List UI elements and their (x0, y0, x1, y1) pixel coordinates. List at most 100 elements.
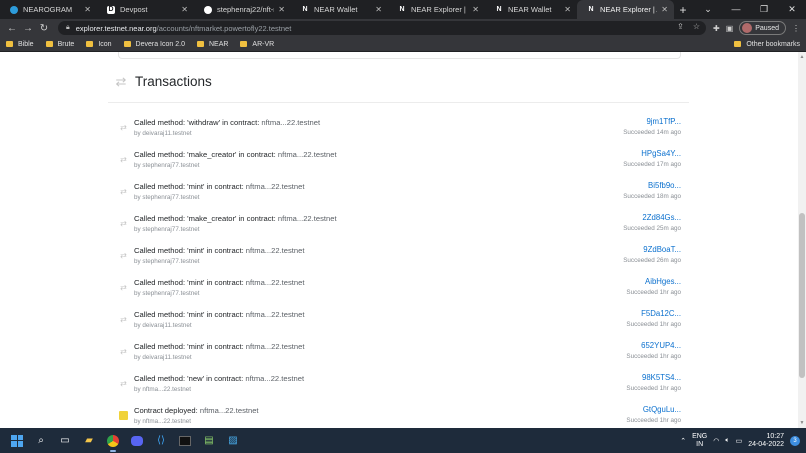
transaction-hash-link[interactable]: HPgSa4Y... (641, 149, 681, 158)
battery-icon[interactable]: ▭ (736, 437, 743, 445)
wifi-icon[interactable]: ◠ (713, 437, 719, 445)
transaction-hash-link[interactable]: 98K5TS4... (642, 373, 681, 382)
transaction-hash-link[interactable]: 2Zd84Gs... (642, 213, 681, 222)
bookmark-brute[interactable]: Brute (45, 40, 75, 48)
signer-account-link[interactable]: nftma...22.testnet (142, 386, 191, 393)
scrollbar-thumb[interactable] (799, 213, 805, 378)
tab-title: NEAROGRAM (23, 5, 73, 14)
tab-devpost[interactable]: D Devpost ✕ (97, 0, 194, 19)
signer-account-link[interactable]: nftma...22.testnet (142, 418, 191, 425)
close-tab-icon[interactable]: ✕ (278, 5, 285, 14)
discord-icon[interactable] (126, 430, 148, 452)
close-tab-icon[interactable]: ✕ (661, 5, 668, 14)
contract-link[interactable]: nftma...22.testnet (246, 182, 305, 191)
bookmark-near[interactable]: NEAR (196, 41, 228, 48)
contract-link[interactable]: nftma...22.testnet (246, 342, 305, 351)
tab-title: NEAR Explorer | Trans (411, 5, 468, 14)
close-tab-icon[interactable]: ✕ (472, 5, 479, 14)
signer-line: by deivaraj11.testnet (134, 354, 192, 361)
transaction-hash-link[interactable]: 9ZdBoaT... (643, 245, 681, 254)
bookmarks-bar: Bible Brute Icon Devera Icon 2.0 NEAR AR… (0, 37, 806, 52)
share-icon[interactable]: ⇪ (677, 22, 684, 31)
forward-icon[interactable]: → (20, 23, 36, 34)
lock-icon[interactable]: 🔒︎ (66, 24, 70, 32)
transaction-hash-link[interactable]: AibHges... (645, 277, 681, 286)
contract-link[interactable]: nftma...22.testnet (278, 214, 337, 223)
notification-badge[interactable]: 3 (790, 435, 800, 446)
transaction-hash-link[interactable]: Bi5fb9o... (648, 181, 681, 190)
bookmark-devera-icon[interactable]: Devera Icon 2.0 (123, 41, 185, 48)
contract-link[interactable]: nftma...22.testnet (245, 374, 304, 383)
volume-icon[interactable]: 🔈︎ (725, 437, 729, 445)
folder-icon (6, 41, 13, 47)
file-explorer-icon[interactable]: ▰ (78, 430, 100, 452)
profile-button[interactable]: Paused (739, 21, 786, 35)
bookmark-label: Brute (57, 40, 75, 48)
signer-account-link[interactable]: deivaraj11.testnet (142, 130, 191, 137)
back-icon[interactable]: ← (4, 23, 20, 34)
close-tab-icon[interactable]: ✕ (564, 5, 571, 14)
close-tab-icon[interactable]: ✕ (375, 5, 382, 14)
action-text: Called method: 'mint' in contract: (134, 182, 246, 191)
vscode-icon[interactable]: ⟨⟩ (150, 430, 172, 452)
bookmark-icon[interactable]: Icon (86, 41, 112, 48)
signer-account-link[interactable]: deivaraj11.testnet (142, 322, 191, 329)
contract-link[interactable]: nftma...22.testnet (246, 278, 305, 287)
chrome-icon[interactable] (102, 430, 124, 452)
transaction-row: ⇄ Called method: 'mint' in contract: nftm… (108, 244, 689, 276)
signer-account-link[interactable]: stephenraj77.testnet (142, 290, 199, 297)
task-view-icon[interactable]: ▭ (54, 430, 76, 452)
maximize-icon[interactable]: ❐ (750, 0, 778, 19)
tab-nearogram[interactable]: NEAROGRAM ✕ (0, 0, 97, 19)
contract-link[interactable]: nftma...22.testnet (246, 246, 305, 255)
photos-icon[interactable]: ▨ (222, 430, 244, 452)
clock[interactable]: 10:27 24-04-2022 (748, 433, 784, 449)
search-icon[interactable]: ⌕ (30, 430, 52, 452)
scroll-up-icon[interactable]: ▲ (799, 54, 805, 60)
transaction-status: Succeeded 1hr ago (626, 353, 681, 360)
tab-near-wallet-2[interactable]: N NEAR Wallet ✕ (485, 0, 577, 19)
contract-link[interactable]: nftma...22.testnet (200, 406, 259, 415)
transaction-hash-link[interactable]: 9jm1TfP... (646, 117, 681, 126)
bookmark-star-icon[interactable]: ☆ (693, 22, 700, 31)
page-scrollbar[interactable]: ▲ ▼ (798, 52, 806, 428)
tab-github[interactable]: stephenraj22/nft-mar ✕ (194, 0, 291, 19)
scroll-down-icon[interactable]: ▼ (799, 420, 805, 426)
tab-near-explorer-transactions[interactable]: N NEAR Explorer | Trans ✕ (388, 0, 485, 19)
contract-link[interactable]: nftma...22.testnet (278, 150, 337, 159)
start-button[interactable] (6, 430, 28, 452)
bookmark-bible[interactable]: Bible (6, 41, 34, 48)
signer-account-link[interactable]: stephenraj77.testnet (142, 258, 199, 265)
transaction-hash-link[interactable]: GtQguLu... (643, 405, 681, 414)
close-tab-icon[interactable]: ✕ (181, 5, 188, 14)
tab-search-icon[interactable]: ⌄ (694, 0, 722, 19)
tab-near-explorer-account[interactable]: N NEAR Explorer | Accou ✕ (577, 0, 674, 19)
terminal-icon[interactable] (174, 430, 196, 452)
url-bar[interactable]: 🔒︎ explorer.testnet.near.org /accounts/n… (58, 21, 706, 35)
extensions-puzzle-icon[interactable]: ✚ (713, 24, 720, 33)
signer-account-link[interactable]: deivaraj11.testnet (142, 354, 191, 361)
contract-link[interactable]: nftma...22.testnet (261, 118, 320, 127)
app-icon[interactable]: ▤ (198, 430, 220, 452)
signer-account-link[interactable]: stephenraj77.testnet (142, 162, 199, 169)
other-bookmarks[interactable]: Other bookmarks (734, 41, 800, 48)
signer-account-link[interactable]: stephenraj77.testnet (142, 226, 199, 233)
contract-link[interactable]: nftma...22.testnet (246, 310, 305, 319)
language-indicator[interactable]: ENG IN (692, 433, 707, 449)
avatar (742, 23, 753, 33)
action-text: Contract deployed: (134, 406, 200, 415)
minimize-icon[interactable]: — (722, 0, 750, 19)
transaction-hash-link[interactable]: F5Da12C... (641, 309, 681, 318)
browser-menu-icon[interactable]: ⋮ (792, 24, 800, 33)
close-tab-icon[interactable]: ✕ (84, 5, 91, 14)
tab-near-wallet[interactable]: N NEAR Wallet ✕ (291, 0, 388, 19)
new-tab-button[interactable]: + (674, 0, 692, 19)
show-hidden-icons-icon[interactable]: ⌃ (680, 437, 686, 445)
transaction-hash-link[interactable]: 652YUP4... (641, 341, 681, 350)
reload-icon[interactable]: ↻ (36, 23, 52, 34)
bookmark-ar-vr[interactable]: AR-VR (240, 41, 274, 48)
tab-title: NEAR Wallet (508, 5, 552, 14)
close-window-icon[interactable]: ✕ (778, 0, 806, 19)
side-panel-icon[interactable]: ▣ (726, 24, 734, 33)
signer-account-link[interactable]: stephenraj77.testnet (142, 194, 199, 201)
